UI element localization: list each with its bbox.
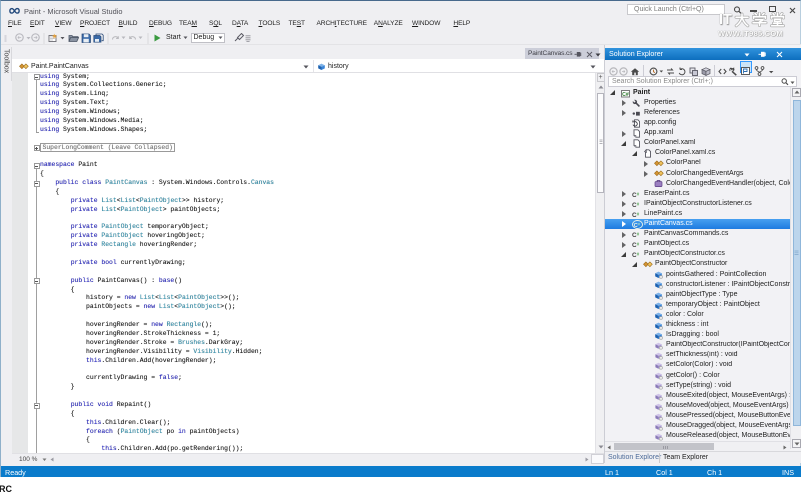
svg-text:#: # [637,191,640,196]
svg-text:#: # [637,201,640,206]
svg-text:#: # [637,251,640,256]
svg-text:C#: C# [622,92,629,98]
svg-text:#: # [637,231,640,236]
svg-text:#: # [638,221,641,226]
svg-text:#: # [637,211,640,216]
svg-text:#: # [637,241,640,246]
